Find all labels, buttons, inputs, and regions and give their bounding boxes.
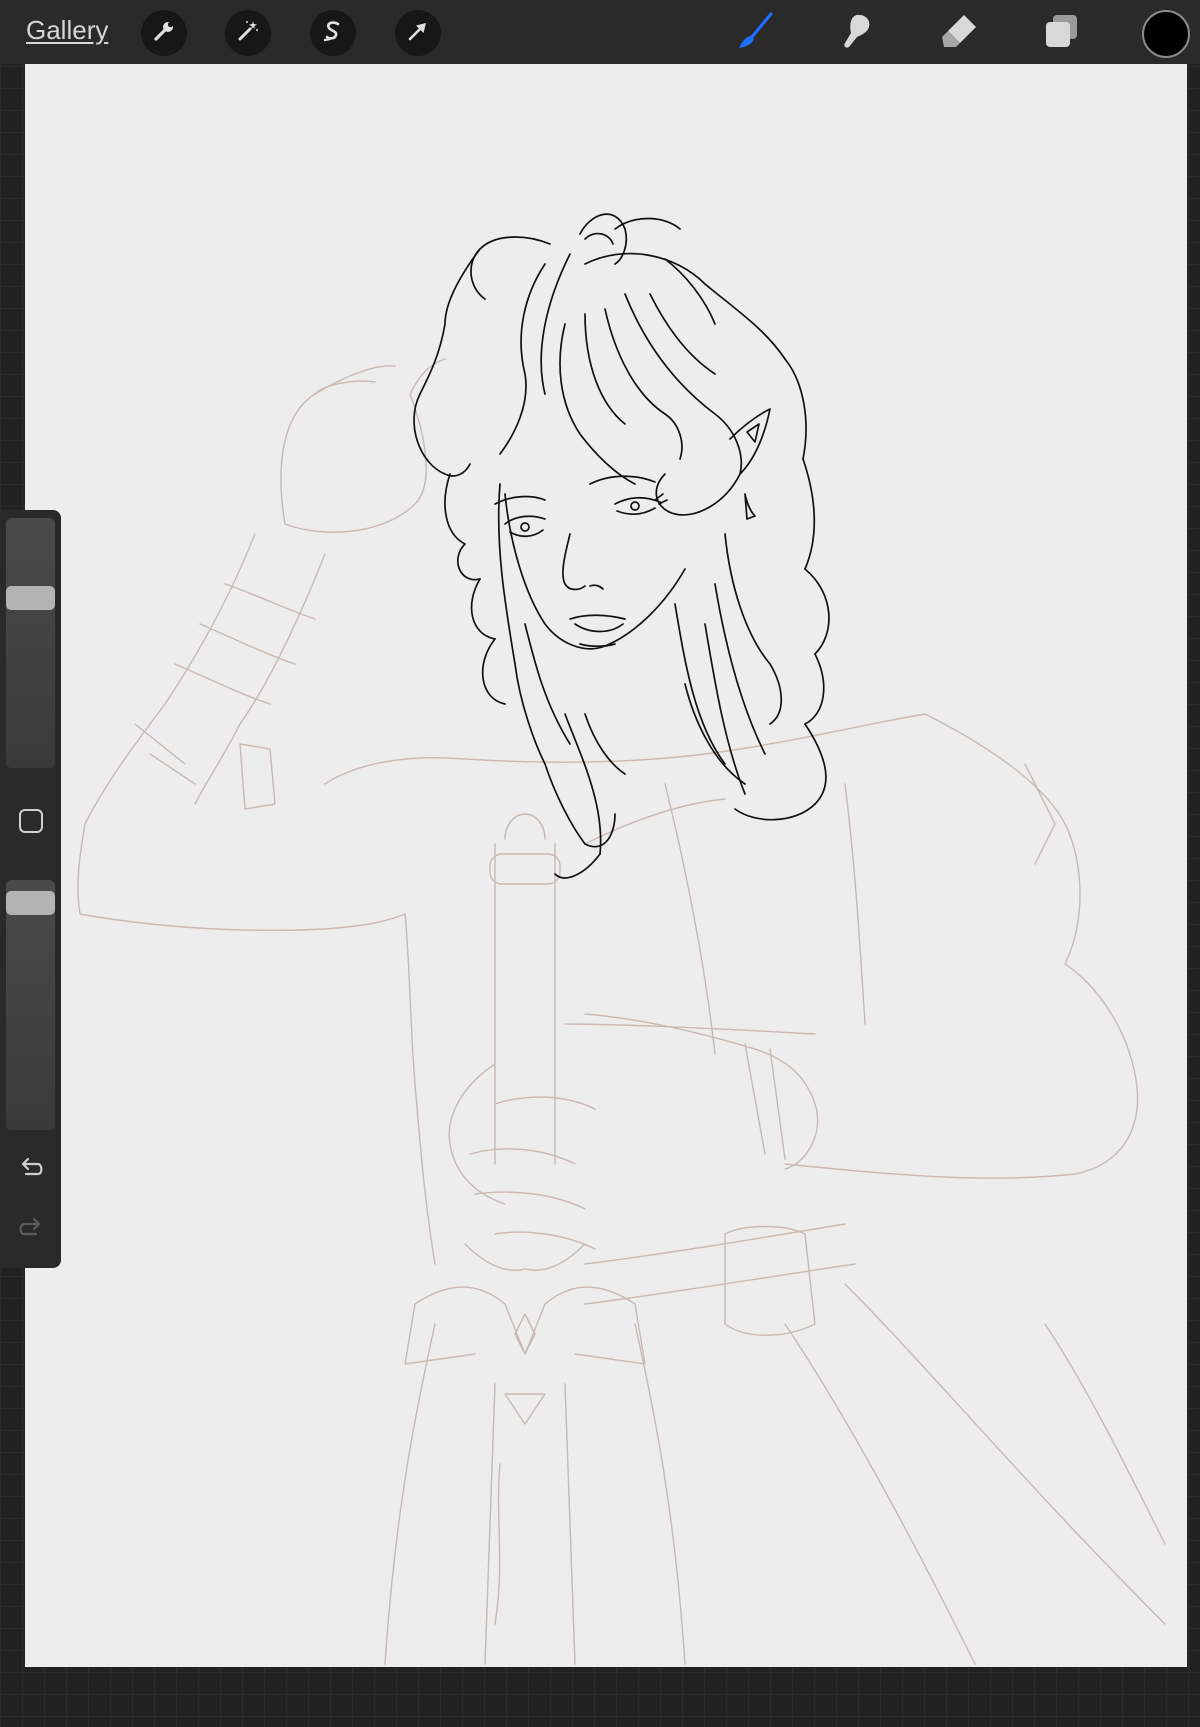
- selection-button[interactable]: [310, 10, 356, 56]
- square-icon: [17, 807, 45, 840]
- brush-size-slider[interactable]: [6, 518, 55, 768]
- transform-button[interactable]: [395, 10, 441, 56]
- magic-wand-icon: [236, 19, 260, 48]
- undo-button[interactable]: [10, 1150, 52, 1192]
- adjustments-button[interactable]: [225, 10, 271, 56]
- opacity-slider[interactable]: [6, 880, 55, 1130]
- workspace-background: [0, 1667, 1200, 1727]
- drawing-canvas[interactable]: [25, 64, 1187, 1667]
- actions-button[interactable]: [141, 10, 187, 56]
- left-sidebar: [0, 510, 61, 1268]
- undo-icon: [16, 1154, 46, 1189]
- redo-button[interactable]: [10, 1210, 52, 1252]
- brush-size-handle[interactable]: [6, 586, 55, 610]
- smudge-finger-icon: [837, 11, 877, 56]
- eraser-tool[interactable]: [938, 12, 980, 54]
- sketch-layer: [77, 358, 1166, 1665]
- arrow-cursor-icon: [406, 19, 430, 48]
- brush-size-track: [6, 518, 55, 768]
- eraser-icon: [938, 11, 980, 56]
- redo-icon: [16, 1214, 46, 1249]
- layers-tool[interactable]: [1040, 12, 1082, 54]
- top-toolbar: Gallery: [0, 0, 1200, 64]
- opacity-handle[interactable]: [6, 891, 55, 915]
- line-art-drawing: [77, 213, 1166, 1665]
- color-picker-button[interactable]: [1142, 10, 1190, 58]
- smudge-tool[interactable]: [836, 12, 878, 54]
- layers-icon: [1041, 11, 1081, 56]
- brush-tool[interactable]: [734, 11, 776, 56]
- modify-button[interactable]: [10, 802, 52, 844]
- brush-icon: [735, 11, 775, 56]
- selection-s-icon: [321, 19, 345, 48]
- gallery-button[interactable]: Gallery: [26, 15, 108, 46]
- opacity-track: [6, 880, 55, 1130]
- ink-layer: [413, 213, 830, 879]
- wrench-icon: [152, 19, 176, 48]
